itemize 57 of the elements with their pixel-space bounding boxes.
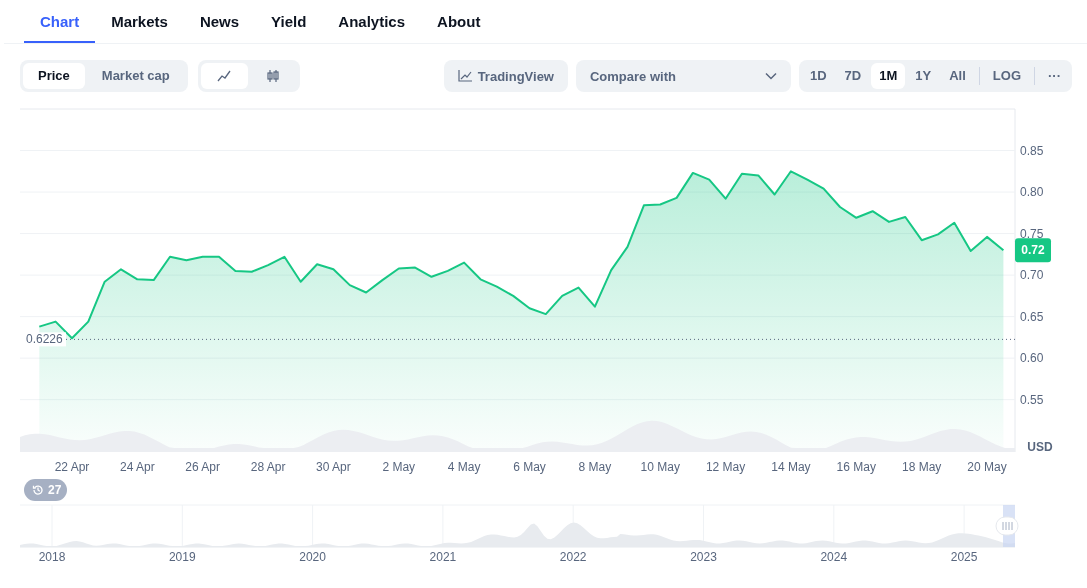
x-axis-label: 14 May <box>771 460 811 474</box>
y-axis-label: 0.55 <box>1020 392 1044 407</box>
tab[interactable]: Chart <box>24 12 96 43</box>
x-axis-label: 10 May <box>640 460 680 474</box>
range-handle[interactable] <box>995 516 1019 536</box>
x-axis-label: 8 May <box>578 460 612 474</box>
year-label: 2023 <box>690 550 717 564</box>
current-price-badge: 0.72 <box>1015 238 1051 263</box>
chart-style-button[interactable] <box>200 63 248 89</box>
compare-dropdown[interactable]: Compare with <box>576 60 791 92</box>
range-button[interactable]: 7D <box>836 63 870 89</box>
x-axis-label: 28 Apr <box>250 460 286 474</box>
log-button[interactable]: LOG <box>984 63 1029 89</box>
candlestick-icon <box>266 69 281 83</box>
x-axis-label: 16 May <box>836 460 876 474</box>
tab[interactable]: About <box>421 12 497 43</box>
x-axis-label: 26 Apr <box>185 460 221 474</box>
line-chart-icon <box>217 69 232 83</box>
x-axis-label: 24 Apr <box>120 460 155 474</box>
year-label: 2020 <box>299 550 326 564</box>
year-label: 2019 <box>168 550 196 564</box>
x-axis-label: 22 Apr <box>54 460 90 474</box>
x-axis-label: 12 May <box>705 460 746 474</box>
range-button[interactable]: All <box>941 63 974 89</box>
history-icon <box>32 484 44 496</box>
x-axis-label: 18 May <box>902 460 942 474</box>
y-axis-label: 0.65 <box>1020 309 1044 324</box>
tab[interactable]: Markets <box>95 12 184 43</box>
x-axis-label: 4 May <box>447 460 481 474</box>
year-label: 2018 <box>38 550 66 564</box>
x-axis-label: 2 May <box>382 460 416 474</box>
range-button[interactable]: 1M <box>871 63 906 89</box>
y-axis-label: 0.60 <box>1020 351 1044 366</box>
x-axis-label: 20 May <box>967 460 1007 474</box>
range-button[interactable]: 1Y <box>907 63 940 89</box>
chevron-down-icon <box>765 72 777 80</box>
year-label: 2024 <box>820 550 848 564</box>
tab[interactable]: Yield <box>255 12 323 43</box>
x-axis-label: 30 Apr <box>316 460 351 474</box>
tradingview-button[interactable]: TradingView <box>443 60 568 92</box>
y-axis-label: 0.80 <box>1020 185 1044 200</box>
year-label: 2022 <box>559 550 587 564</box>
tab[interactable]: Analytics <box>322 12 422 43</box>
range-button[interactable]: 1D <box>802 63 835 89</box>
x-axis-label: 6 May <box>513 460 546 474</box>
y-axis-label: 0.70 <box>1020 268 1044 283</box>
y-axis-label: 0.75 <box>1020 226 1044 241</box>
currency-label: USD <box>1027 440 1053 454</box>
year-label: 2025 <box>950 550 978 564</box>
y-axis-label: 0.85 <box>1020 143 1044 158</box>
reference-label: 0.6226 <box>26 332 63 347</box>
tab[interactable]: News <box>183 12 256 43</box>
line-chart-icon <box>457 70 472 82</box>
year-label: 2021 <box>429 550 457 564</box>
toggle-button[interactable]: Price <box>23 63 85 89</box>
more-button[interactable]: ··· <box>1040 63 1069 89</box>
toggle-button[interactable]: Market cap <box>86 63 185 89</box>
